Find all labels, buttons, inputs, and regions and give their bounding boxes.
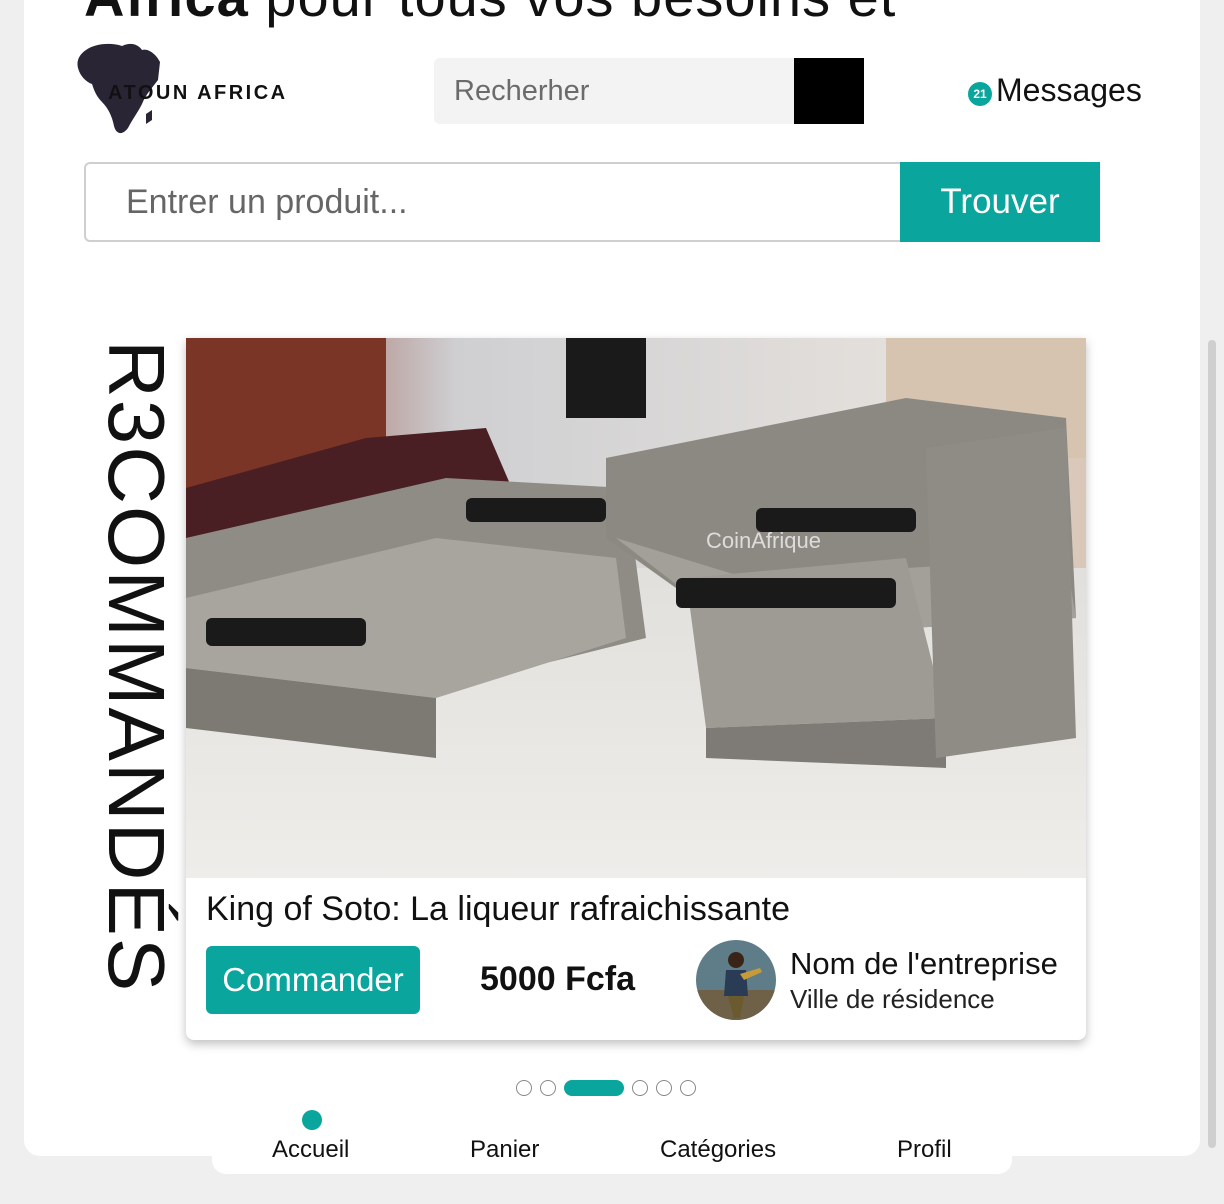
search-bar <box>434 58 864 124</box>
carousel-dot[interactable] <box>656 1080 672 1096</box>
messages-label: Messages <box>996 72 1142 108</box>
carousel-dot[interactable] <box>632 1080 648 1096</box>
messages-link[interactable]: 21 Messages <box>968 72 1142 109</box>
carousel-indicators <box>516 1080 696 1096</box>
seller-avatar[interactable] <box>696 940 776 1020</box>
nav-item-accueil[interactable]: Accueil <box>272 1136 349 1164</box>
product-price: 5000 Fcfa <box>480 960 635 998</box>
find-button[interactable]: Trouver <box>900 162 1100 242</box>
hero-heading: Africa pour tous vos besoins et <box>84 0 896 29</box>
product-input[interactable] <box>84 162 902 242</box>
bottom-navigation: Accueil Panier Catégories Profil <box>212 1096 1012 1174</box>
brand-logo[interactable]: ATOUN AFRICA <box>72 40 322 140</box>
active-nav-indicator <box>302 1110 322 1130</box>
product-card[interactable]: CoinAfrique King of Soto: La liqueur raf… <box>186 338 1086 1040</box>
nav-item-panier[interactable]: Panier <box>470 1136 539 1164</box>
search-button[interactable] <box>794 58 864 124</box>
carousel-dot[interactable] <box>516 1080 532 1096</box>
carousel-dot-active[interactable] <box>564 1080 624 1096</box>
scrollbar[interactable] <box>1208 340 1216 1148</box>
section-title: R3COMMANDÉS <box>92 340 181 994</box>
search-input[interactable] <box>434 58 794 124</box>
carousel-dot[interactable] <box>540 1080 556 1096</box>
order-button[interactable]: Commander <box>206 946 420 1014</box>
product-search: Trouver <box>84 162 1100 242</box>
nav-item-profil[interactable]: Profil <box>897 1136 952 1164</box>
product-image: CoinAfrique <box>186 338 1086 878</box>
notification-badge: 21 <box>968 81 992 106</box>
seller-name: Nom de l'entreprise <box>790 946 1058 981</box>
product-title: King of Soto: La liqueur rafraichissante <box>206 890 791 928</box>
carousel-dot[interactable] <box>680 1080 696 1096</box>
seller-city: Ville de résidence <box>790 984 995 1014</box>
brand-name: ATOUN AFRICA <box>108 82 288 104</box>
main-panel: Africa pour tous vos besoins et ATOUN AF… <box>24 0 1200 1156</box>
nav-item-categories[interactable]: Catégories <box>660 1136 776 1164</box>
image-watermark: CoinAfrique <box>706 528 821 553</box>
